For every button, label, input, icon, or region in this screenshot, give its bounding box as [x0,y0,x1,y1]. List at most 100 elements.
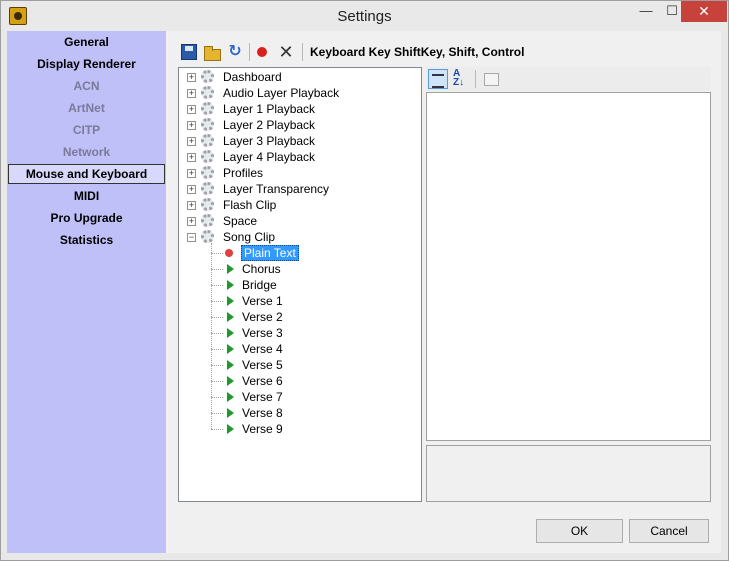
expand-icon[interactable]: + [187,201,196,210]
tree-child-item[interactable]: Verse 2 [179,309,419,325]
expand-icon[interactable]: + [187,153,196,162]
tree-child-item[interactable]: Verse 5 [179,357,419,373]
tree-child-item[interactable]: Verse 3 [179,325,419,341]
gear-icon [201,166,214,179]
tree-node[interactable]: + Layer Transparency [179,181,419,197]
tree-child-label: Verse 3 [242,326,283,340]
expand-icon[interactable]: + [187,105,196,114]
tree-node[interactable]: + Dashboard [179,69,419,85]
record-icon[interactable] [257,47,267,57]
play-icon [227,344,234,354]
play-icon [227,408,234,418]
tree-node-label: Layer 2 Playback [223,118,316,132]
toolbar-separator [249,43,250,61]
property-grid[interactable] [426,92,711,441]
tree-child-item[interactable]: Plain Text [179,245,419,261]
sidebar-item-citp[interactable]: CITP [7,120,166,140]
tree-node[interactable]: + Flash Clip [179,197,419,213]
tree-child-label: Verse 7 [242,390,283,404]
play-icon [227,360,234,370]
gear-icon [201,150,214,163]
expand-icon[interactable]: + [187,185,196,194]
tree-node[interactable]: + Profiles [179,165,419,181]
tree-child-item[interactable]: Verse 9 [179,421,419,437]
cancel-button[interactable]: Cancel [629,519,709,543]
binding-label: Keyboard Key ShiftKey, Shift, Control [310,45,525,59]
title-bar[interactable]: Settings — ☐ ✕ [1,1,728,32]
settings-sidebar: General Display Renderer ACN ArtNet CITP Netw… [7,31,166,553]
tree-node-label: Space [223,214,258,228]
play-icon [227,392,234,402]
play-icon [227,312,234,322]
tree-node[interactable]: + Audio Layer Playback [179,85,419,101]
sidebar-item-mouse-and-keyboard[interactable]: Mouse and Keyboard [8,164,165,184]
tree-node[interactable]: + Space [179,213,419,229]
tree-child-label: Verse 9 [242,422,283,436]
command-tree[interactable]: + Dashboard + Audio Layer Playback + Layer 1 … [178,67,422,502]
play-icon [227,424,234,434]
tree-node-label: Layer 1 Playback [223,102,316,116]
tree-child-item[interactable]: Bridge [179,277,419,293]
alphabetical-icon[interactable]: A Z↓ [451,69,471,89]
tree-child-item[interactable]: Verse 7 [179,389,419,405]
property-toolbar-separator [475,70,476,88]
gear-icon [201,102,214,115]
sidebar-item-statistics[interactable]: Statistics [7,230,166,250]
gear-icon [201,182,214,195]
sidebar-item-midi[interactable]: MIDI [7,186,166,206]
tree-node[interactable]: + Layer 2 Playback [179,117,419,133]
play-icon [227,280,234,290]
tree-child-item[interactable]: Verse 4 [179,341,419,357]
tree-child-item[interactable]: Chorus [179,261,419,277]
categorized-icon[interactable] [428,69,448,89]
gear-icon [201,134,214,147]
expand-icon[interactable]: + [187,121,196,130]
gear-icon [201,118,214,131]
minimize-button[interactable]: — [633,1,659,22]
sidebar-item-pro-upgrade[interactable]: Pro Upgrade [7,208,166,228]
sidebar-item-display-renderer[interactable]: Display Renderer [7,54,166,74]
tree-child-item[interactable]: Verse 6 [179,373,419,389]
tree-child-label: Bridge [242,278,277,292]
tree-child-item[interactable]: Verse 1 [179,293,419,309]
tree-child-label: Plain Text [241,245,299,261]
play-icon [227,376,234,386]
tree-node[interactable]: − Song Clip [179,229,419,245]
expand-icon[interactable]: + [187,89,196,98]
ok-button[interactable]: OK [536,519,623,543]
tree-node[interactable]: + Layer 1 Playback [179,101,419,117]
tree-child-label: Verse 2 [242,310,283,324]
play-icon [227,296,234,306]
delete-icon[interactable]: ✕ [278,43,294,61]
tree-node[interactable]: + Layer 3 Playback [179,133,419,149]
toolbar-separator [302,43,303,61]
tree-node-label: Audio Layer Playback [223,86,340,100]
property-pages-icon[interactable] [481,69,501,89]
expand-icon[interactable]: + [187,73,196,82]
sidebar-item-artnet[interactable]: ArtNet [7,98,166,118]
expand-icon[interactable]: + [187,217,196,226]
property-description-panel [426,445,711,502]
close-button[interactable]: ✕ [681,1,727,22]
open-folder-icon[interactable] [204,44,221,61]
binding-toolbar: ↻ ✕ Keyboard Key ShiftKey, Shift, Contro… [176,41,713,63]
tree-child-item[interactable]: Verse 8 [179,405,419,421]
sidebar-item-general[interactable]: General [7,32,166,52]
gear-icon [201,70,214,83]
tree-child-label: Verse 5 [242,358,283,372]
tree-node-label: Profiles [223,166,264,180]
tree-node-label: Layer Transparency [223,182,330,196]
expand-icon[interactable]: + [187,169,196,178]
sidebar-item-network[interactable]: Network [7,142,166,162]
play-icon [227,264,234,274]
save-icon[interactable] [181,44,197,60]
refresh-icon[interactable]: ↻ [227,44,243,60]
collapse-icon[interactable]: − [187,233,196,242]
expand-icon[interactable]: + [187,137,196,146]
sidebar-item-acn[interactable]: ACN [7,76,166,96]
tree-node-label: Dashboard [223,70,282,84]
property-toolbar: A Z↓ [426,67,711,91]
tree-node[interactable]: + Layer 4 Playback [179,149,419,165]
gear-icon [201,198,214,211]
tree-node-label: Layer 3 Playback [223,134,316,148]
